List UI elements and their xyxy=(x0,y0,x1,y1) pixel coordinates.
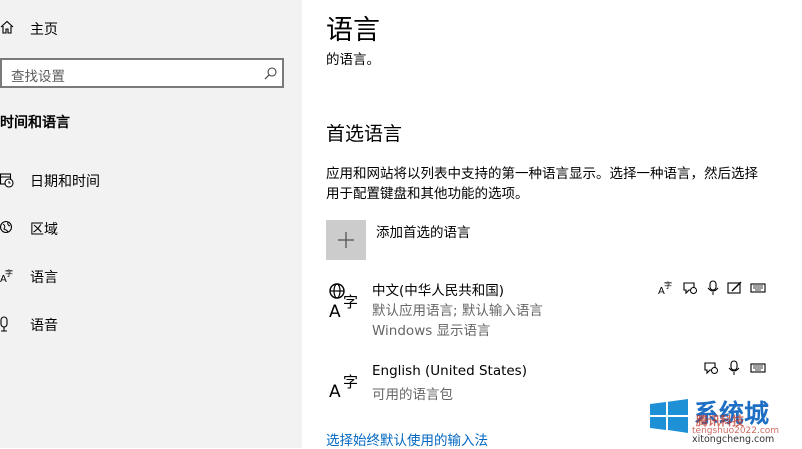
speech-icon xyxy=(682,280,698,296)
input-method-link[interactable]: 选择始终默认使用的输入法 xyxy=(326,429,488,449)
preferred-languages-heading: 首选语言 xyxy=(326,123,403,145)
language-detail: 可用的语言包 xyxy=(372,387,453,403)
description-line-1: 应用和网站将以列表中支持的第一种语言显示。选择一种语言，然后选择 xyxy=(326,166,758,182)
handwriting-icon xyxy=(727,280,743,296)
language-glyph-icon: A 字 xyxy=(326,362,362,398)
main-content: 语言 的语言。 首选语言 应用和网站将以列表中支持的第一种语言显示。选择一种语言… xyxy=(302,0,802,449)
sidebar-item-label: 区域 xyxy=(30,222,58,238)
language-glyph-icon: A 字 xyxy=(326,282,362,318)
watermark: 系统城 腾讯科技 tengshuo2022.com xitongcheng.co… xyxy=(648,392,802,448)
sidebar-item-language[interactable]: A字 语言 xyxy=(0,264,300,290)
page-subtitle: 的语言。 xyxy=(326,52,380,68)
search-input[interactable]: 查找设置 xyxy=(0,58,284,88)
nav-home-label: 主页 xyxy=(30,22,58,38)
add-language-label[interactable]: 添加首选的语言 xyxy=(376,221,471,241)
sidebar-item-label: 语言 xyxy=(30,270,58,286)
keyboard-icon xyxy=(750,360,766,376)
svg-text:A: A xyxy=(329,302,341,318)
sidebar-item-region[interactable]: 区域 xyxy=(0,216,300,242)
language-name: 中文(中华人民共和国) xyxy=(372,283,505,299)
date-time-icon xyxy=(0,172,14,188)
sidebar-item-speech[interactable]: 语音 xyxy=(0,312,300,338)
sidebar: 主页 查找设置 时间和语言 日期和时间 区域 A字 语言 语音 xyxy=(0,0,302,448)
plus-icon xyxy=(337,231,355,249)
svg-text:A: A xyxy=(329,382,341,398)
nav-home[interactable]: 主页 xyxy=(0,16,300,42)
language-detail: 默认应用语言; 默认输入语言 xyxy=(372,303,543,319)
region-icon xyxy=(0,220,14,236)
svg-text:字: 字 xyxy=(5,268,13,278)
svg-text:字: 字 xyxy=(664,280,672,290)
language-item-chinese[interactable]: A 字 中文(中华人民共和国) 默认应用语言; 默认输入语言 Windows 显… xyxy=(322,278,792,340)
windows-logo-icon xyxy=(648,398,690,434)
sidebar-item-label: 语音 xyxy=(30,318,58,334)
speech-icon xyxy=(703,360,719,376)
sidebar-item-label: 日期和时间 xyxy=(30,174,100,190)
language-detail: Windows 显示语言 xyxy=(372,323,491,339)
language-name: English (United States) xyxy=(372,363,527,379)
description-line-2: 用于配置键盘和其他功能的选项。 xyxy=(326,186,529,202)
home-icon xyxy=(0,20,14,34)
add-language-button[interactable] xyxy=(326,220,366,260)
microphone-icon xyxy=(707,280,719,296)
keyboard-icon xyxy=(750,280,766,296)
svg-text:字: 字 xyxy=(343,373,358,391)
display-language-icon: A字 xyxy=(658,280,674,296)
sidebar-item-date-time[interactable]: 日期和时间 xyxy=(0,168,300,194)
microphone-icon xyxy=(0,316,12,332)
svg-text:字: 字 xyxy=(343,293,358,311)
page-title: 语言 xyxy=(326,15,380,46)
watermark-url: xitongcheng.com xyxy=(692,434,775,445)
sidebar-section-title: 时间和语言 xyxy=(0,115,70,131)
search-icon[interactable] xyxy=(264,67,277,80)
search-placeholder: 查找设置 xyxy=(11,69,65,85)
microphone-icon xyxy=(728,360,740,376)
language-icon: A字 xyxy=(0,268,16,284)
